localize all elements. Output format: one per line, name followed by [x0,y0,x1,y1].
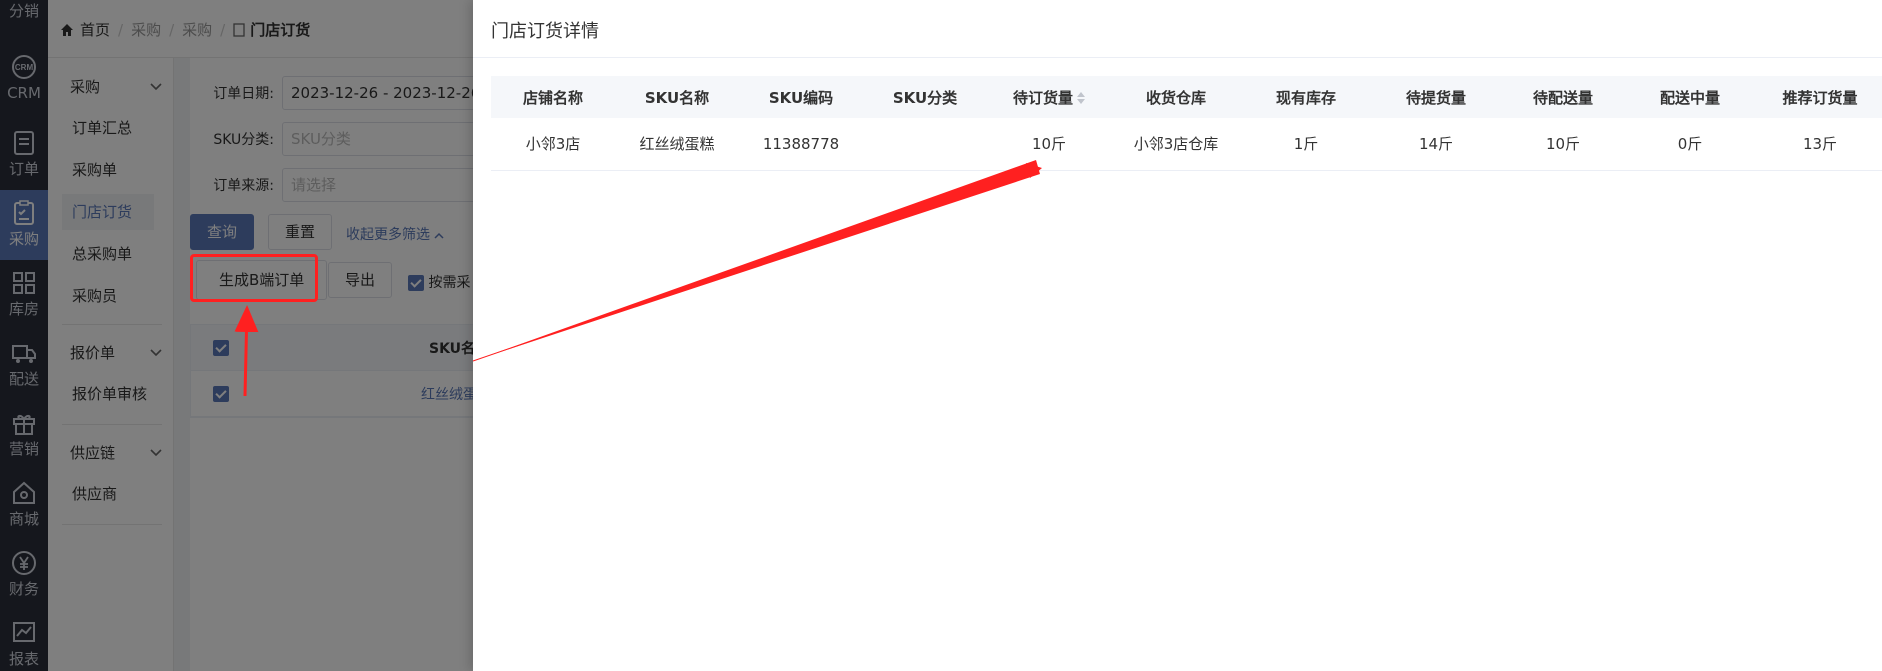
col-sku-category: SKU分类 [863,76,987,118]
cell-pending-pickup: 14斤 [1371,118,1501,171]
col-store-name: 店铺名称 [491,76,615,118]
col-pending-pickup: 待提货量 [1371,76,1501,118]
detail-table: 店铺名称 SKU名称 SKU编码 SKU分类 待订货量 收货仓库 现有库存 待提… [491,76,1882,171]
cell-pending-order-qty: 10斤 [987,118,1111,171]
cell-pending-delivery: 10斤 [1501,118,1625,171]
cell-current-stock: 1斤 [1241,118,1371,171]
col-sku-name: SKU名称 [615,76,739,118]
cell-sku-category [863,118,987,171]
col-current-stock: 现有库存 [1241,76,1371,118]
col-pending-order-qty[interactable]: 待订货量 [987,76,1111,118]
col-pending-delivery: 待配送量 [1501,76,1625,118]
table-row: 小邻3店 红丝绒蛋糕 11388778 10斤 小邻3店仓库 1斤 14斤 10… [491,118,1882,171]
sort-icon[interactable] [1077,92,1085,104]
store-order-detail-drawer: 门店订货详情 店铺名称 SKU名称 SKU编码 SKU分类 待订货量 收货仓库 … [473,0,1882,671]
drawer-title: 门店订货详情 [491,21,599,42]
annotation-highlight-box [190,254,318,302]
cell-in-delivery: 0斤 [1625,118,1755,171]
col-in-delivery: 配送中量 [1625,76,1755,118]
col-recommended-order: 推荐订货量 [1755,76,1882,118]
cell-store-name: 小邻3店 [491,118,615,171]
detail-header-row: 店铺名称 SKU名称 SKU编码 SKU分类 待订货量 收货仓库 现有库存 待提… [491,76,1882,118]
col-sku-code: SKU编码 [739,76,863,118]
cell-receiving-warehouse: 小邻3店仓库 [1111,118,1241,171]
cell-recommended-order: 13斤 [1755,118,1882,171]
col-receiving-warehouse: 收货仓库 [1111,76,1241,118]
col-pending-order-qty-label: 待订货量 [1012,88,1073,107]
drawer-header-divider [473,57,1882,58]
cell-sku-name: 红丝绒蛋糕 [615,118,739,171]
cell-sku-code: 11388778 [739,118,863,171]
